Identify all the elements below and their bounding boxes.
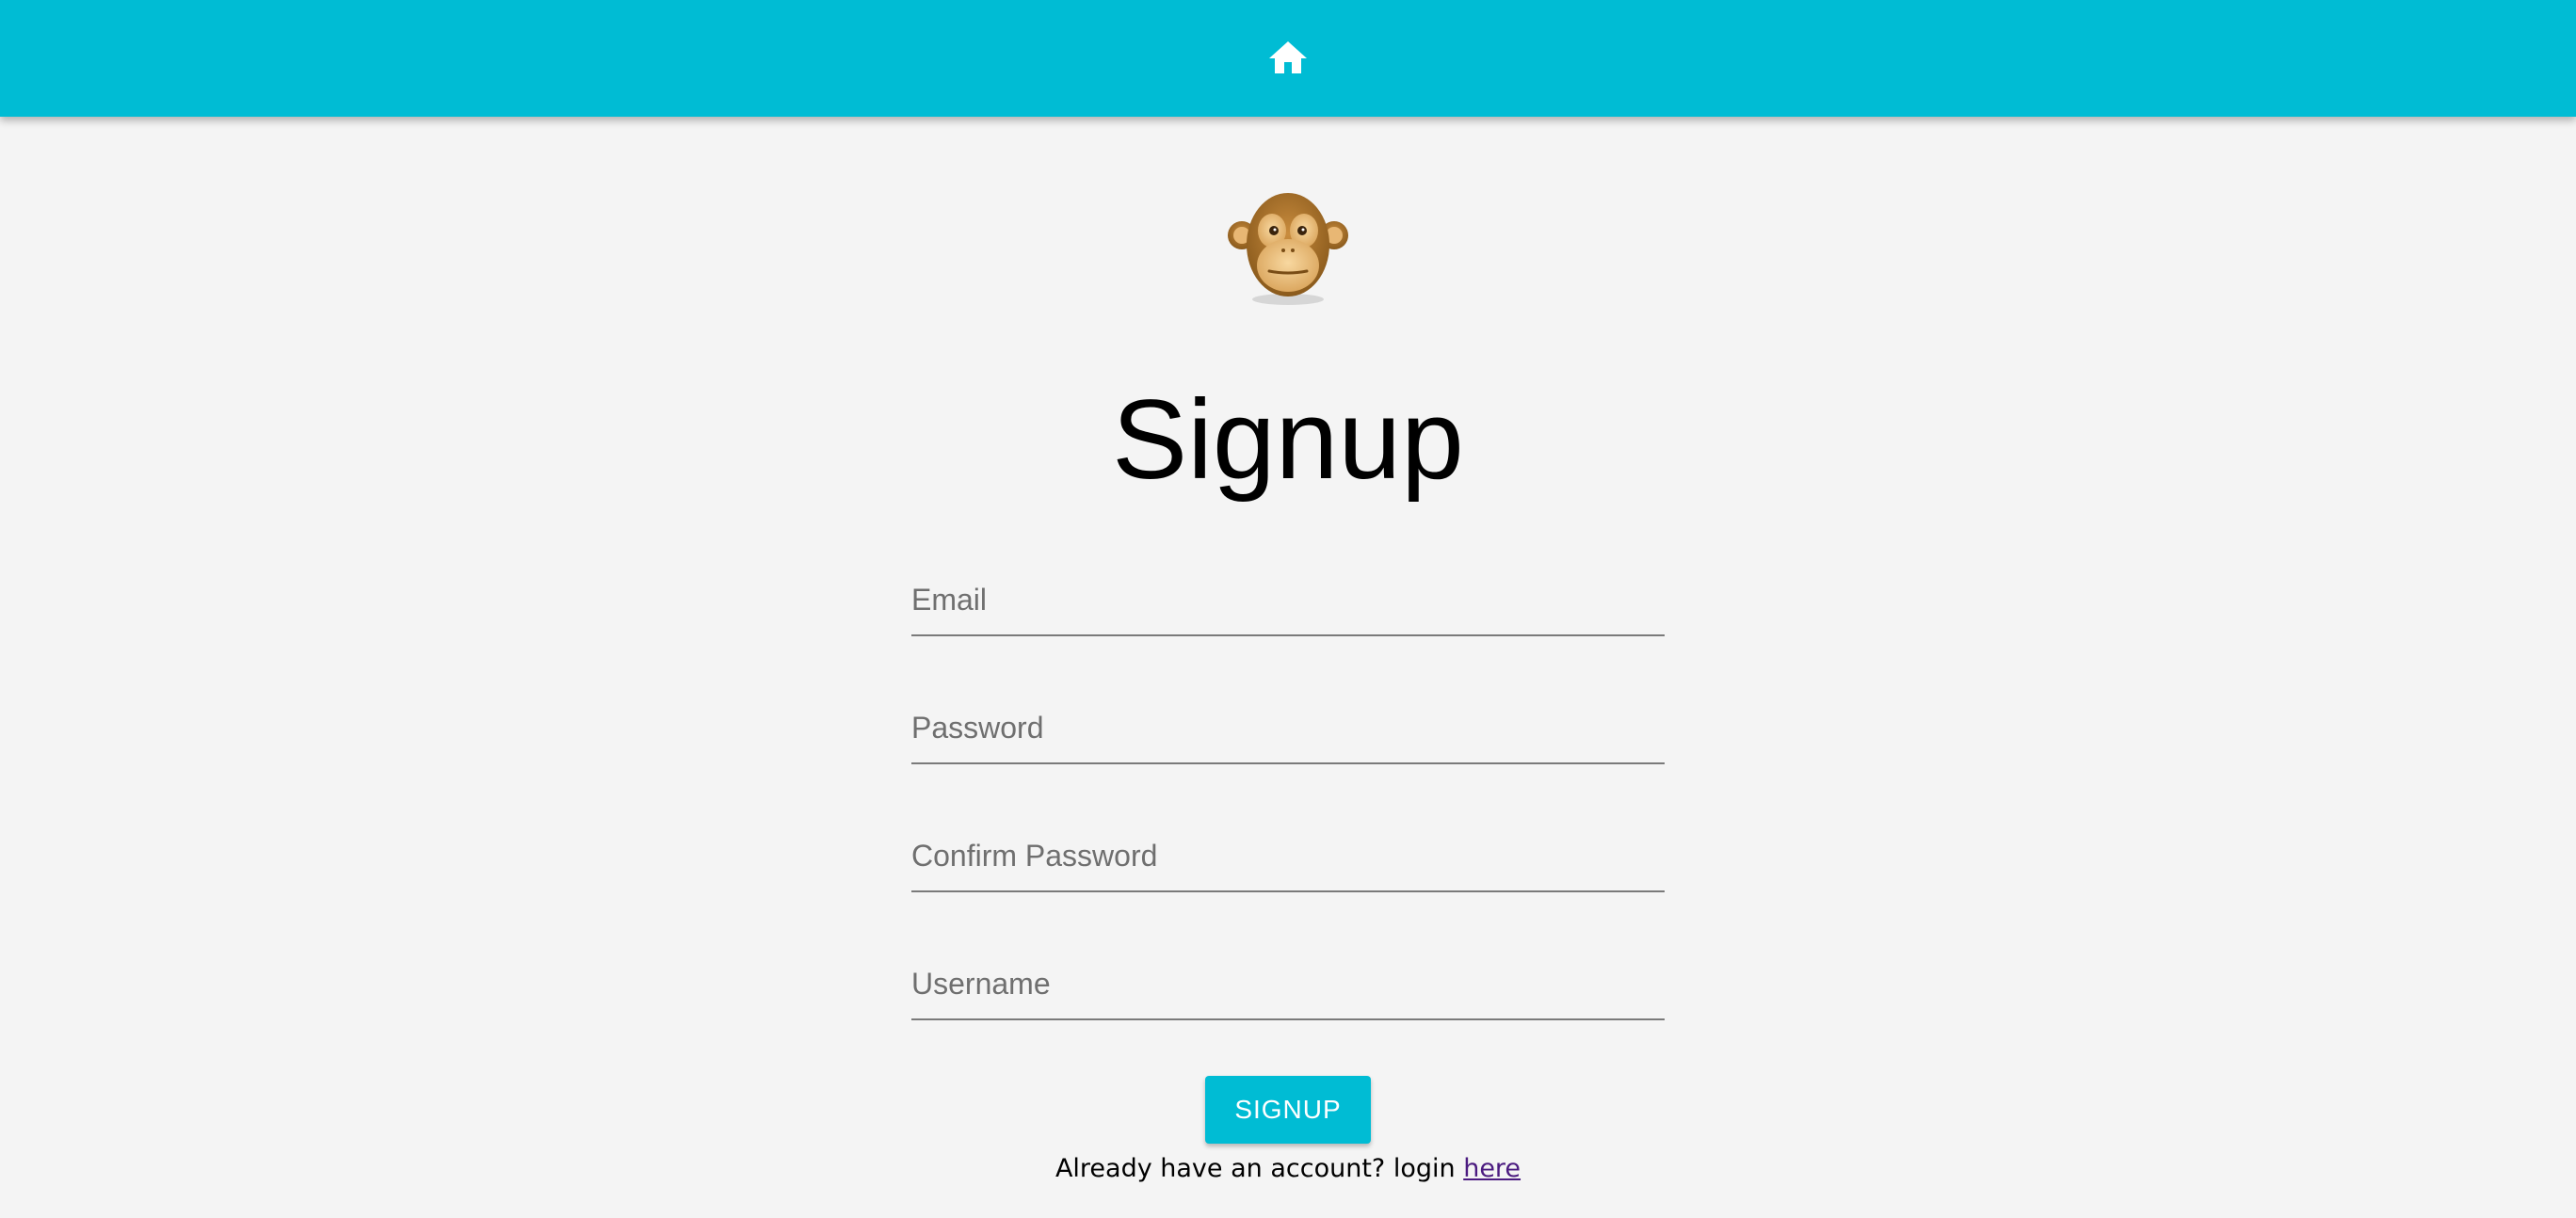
confirm-password-field-wrapper: [911, 826, 1665, 892]
home-button[interactable]: [1265, 36, 1311, 81]
monkey-face-icon: [1227, 188, 1349, 311]
login-link[interactable]: here: [1463, 1154, 1521, 1183]
top-app-bar: [0, 0, 2576, 117]
username-field-wrapper: [911, 954, 1665, 1020]
login-prompt: Already have an account? login here: [0, 1150, 2576, 1188]
signup-button[interactable]: SIGNUP: [1205, 1076, 1371, 1144]
username-field[interactable]: [911, 954, 1665, 1020]
password-field[interactable]: [911, 698, 1665, 764]
page-title: Signup: [1112, 377, 1464, 503]
email-field[interactable]: [911, 570, 1665, 636]
password-field-wrapper: [911, 698, 1665, 764]
confirm-password-field[interactable]: [911, 826, 1665, 892]
email-field-wrapper: [911, 570, 1665, 636]
login-prompt-text: Already have an account? login: [1055, 1154, 1456, 1183]
home-icon: [1265, 36, 1311, 81]
